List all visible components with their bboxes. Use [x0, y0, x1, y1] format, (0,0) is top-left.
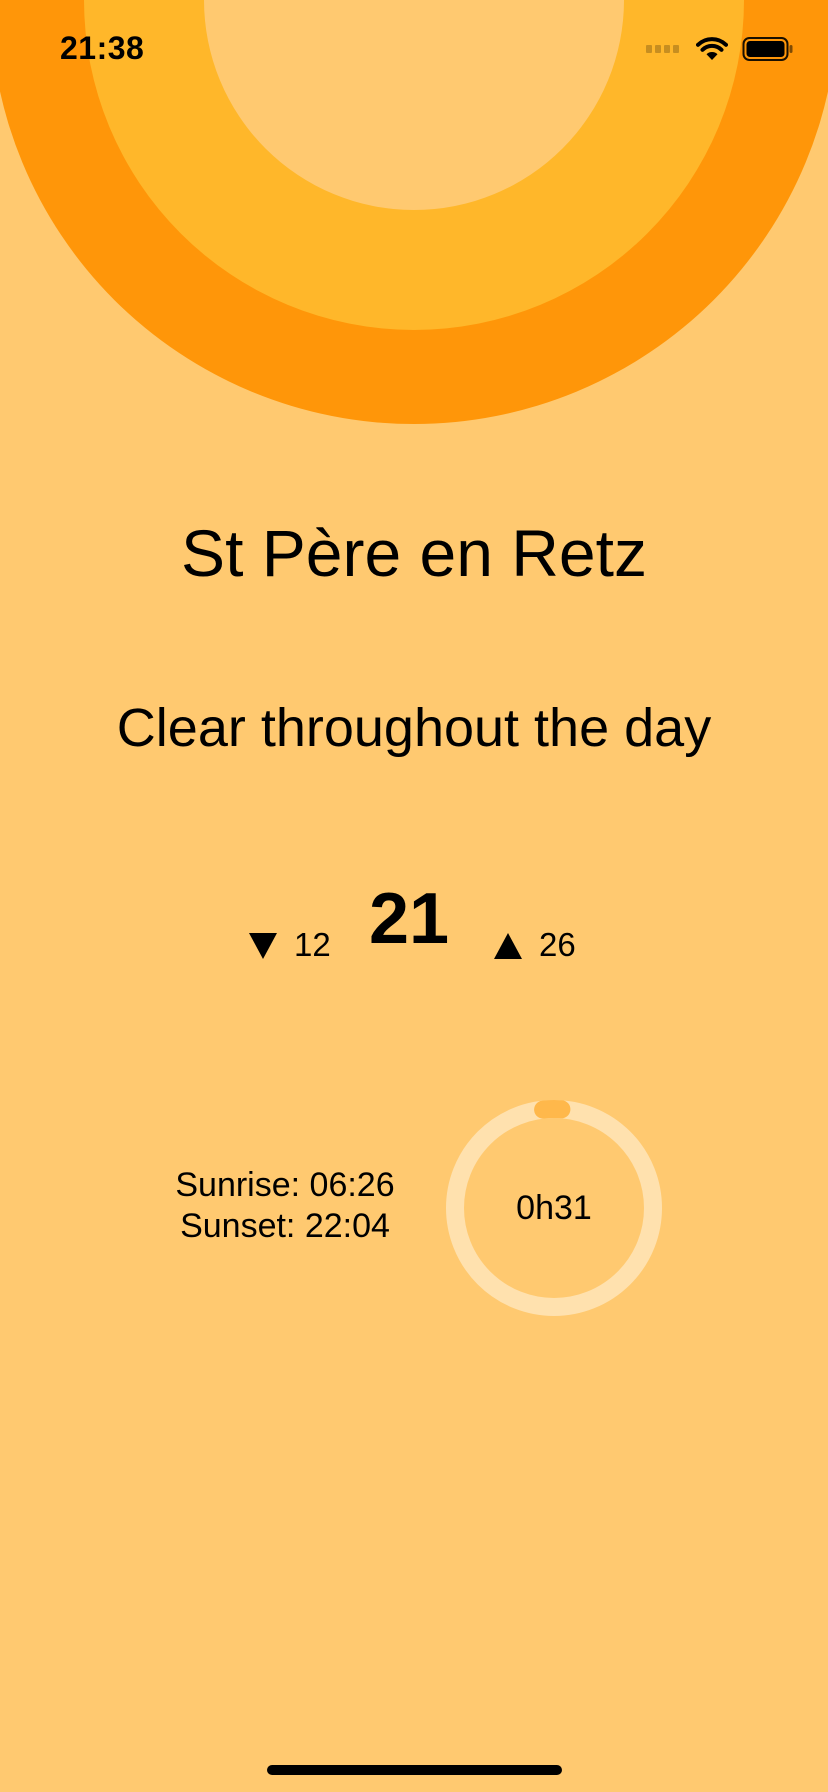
status-bar: 21:38 [0, 0, 828, 100]
triangle-down-icon [249, 933, 277, 959]
triangle-up-icon [494, 933, 522, 959]
temperature-max-group: 26 [493, 926, 576, 963]
sunrise-time: Sunrise: 06:26 [175, 1166, 395, 1204]
sun-times: Sunrise: 06:26 Sunset: 22:04 [150, 1165, 420, 1247]
status-icons [646, 34, 794, 64]
temperature-min: 12 [294, 926, 331, 963]
temperature-max: 26 [539, 926, 576, 963]
temperature-min-group: 12 [248, 926, 331, 963]
daylight-remaining: 0h31 [516, 1189, 592, 1227]
temperature-current: 21 [368, 879, 450, 959]
wifi-icon [696, 37, 728, 60]
battery-icon [742, 37, 793, 61]
temperature-row: 12 21 26 [0, 872, 828, 982]
sunset-time: Sunset: 22:04 [180, 1207, 390, 1245]
weather-screen: 21:38 St Père en Retz Clear throughout t… [0, 0, 828, 1792]
weather-summary: Clear throughout the day [116, 698, 712, 758]
home-indicator[interactable] [267, 1765, 562, 1775]
city-name: St Père en Retz [181, 516, 647, 590]
cellular-signal-icon [646, 45, 682, 53]
status-time: 21:38 [60, 30, 145, 66]
